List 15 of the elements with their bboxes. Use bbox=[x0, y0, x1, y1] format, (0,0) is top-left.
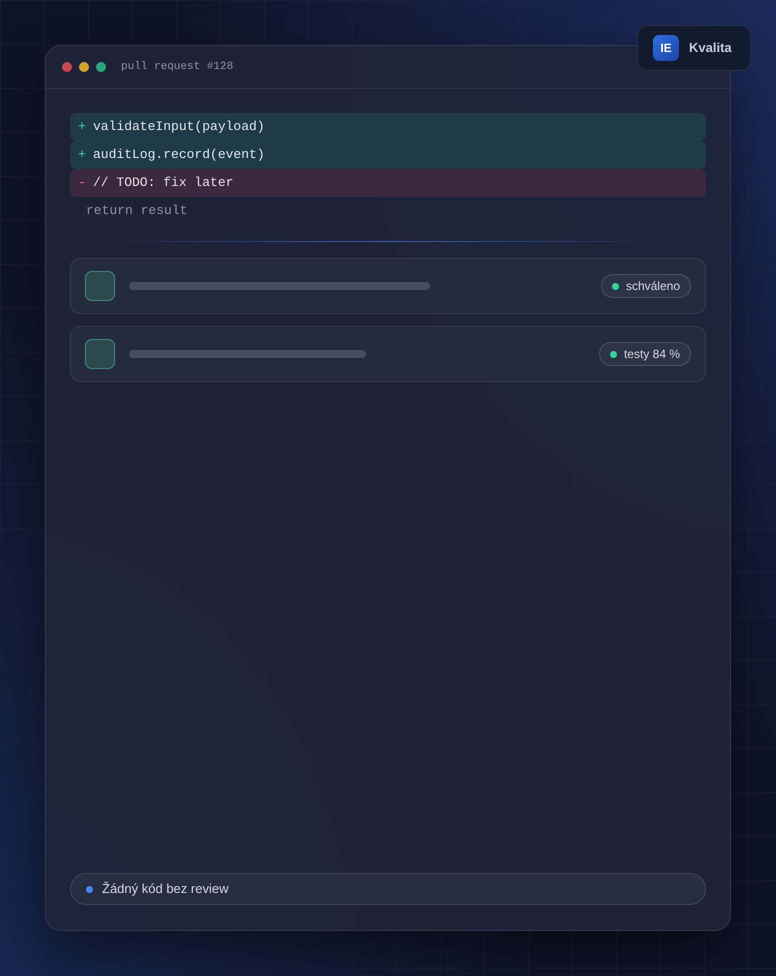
square-icon bbox=[85, 271, 115, 301]
badge-label: Kvalita bbox=[689, 39, 732, 58]
square-icon bbox=[85, 339, 115, 369]
diff-sign: + bbox=[78, 146, 87, 164]
logo-tile: IE bbox=[653, 35, 679, 61]
code-text: // TODO: fix later bbox=[93, 174, 234, 192]
status-label: schváleno bbox=[626, 278, 680, 295]
status-label: testy 84 % bbox=[624, 346, 680, 363]
window-title: pull request #128 bbox=[121, 60, 234, 75]
code-text: auditLog.record(event) bbox=[93, 146, 265, 164]
code-text: return result bbox=[86, 202, 188, 220]
footer-text: Žádný kód bez review bbox=[102, 880, 228, 898]
diff-sign: + bbox=[78, 118, 87, 136]
code-text: validateInput(payload) bbox=[93, 118, 265, 136]
diff-sign: - bbox=[78, 174, 87, 192]
